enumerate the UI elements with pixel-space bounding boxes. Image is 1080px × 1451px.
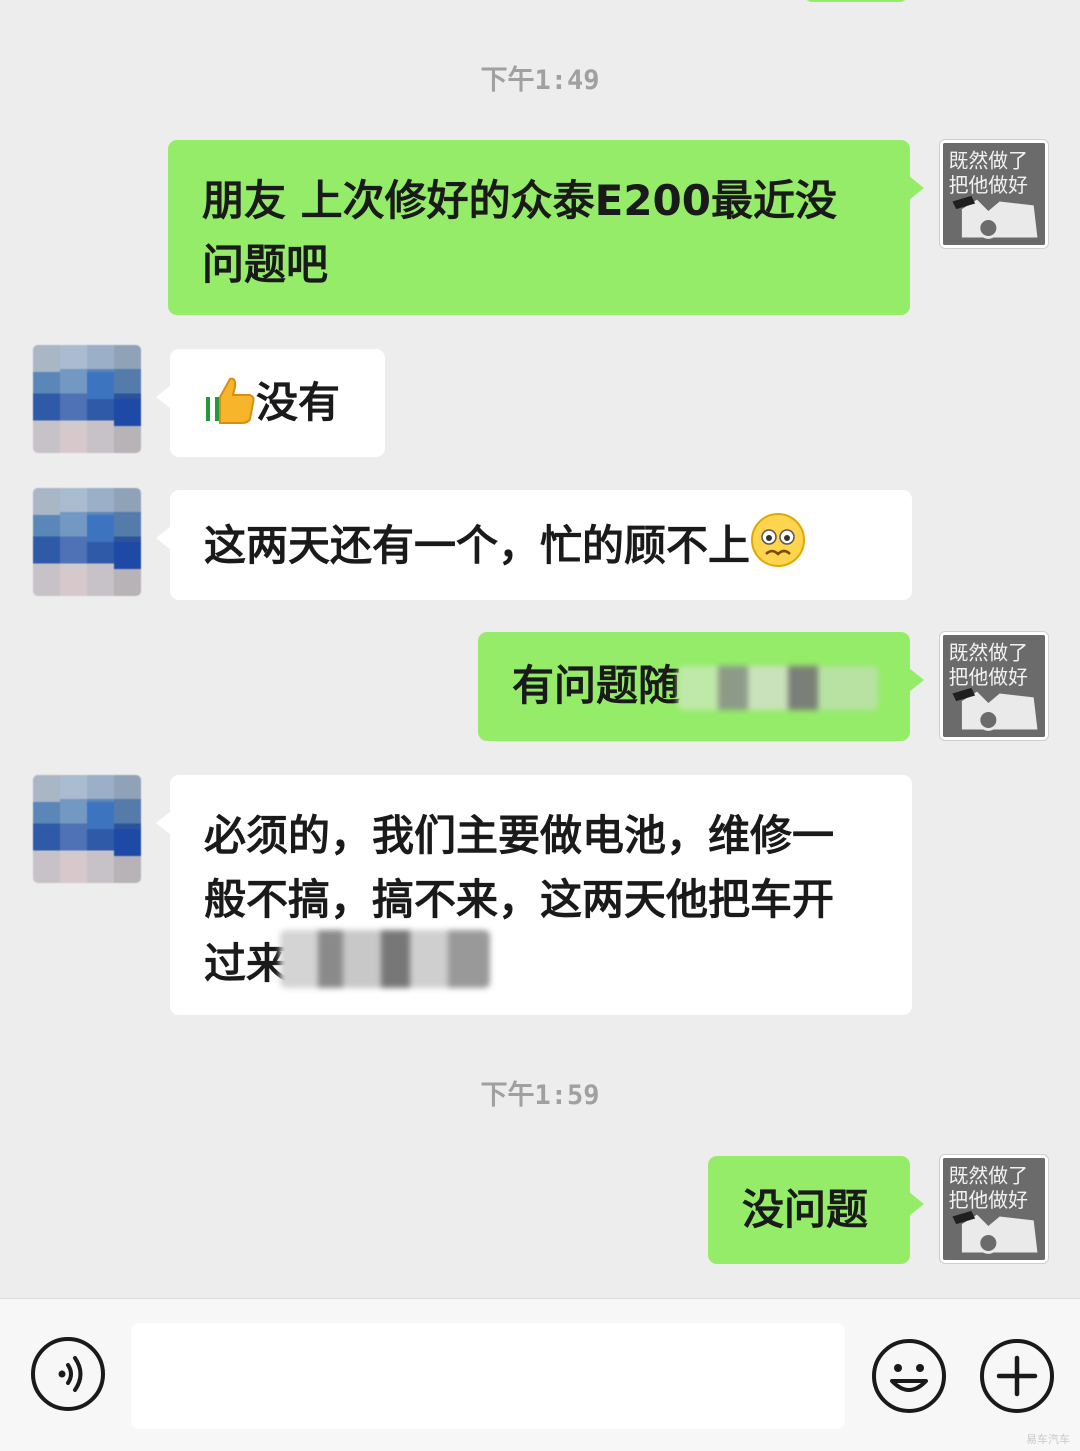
avatar-caption-line2: 把他做好: [949, 1189, 1028, 1212]
avatar-caption-line1: 既然做了: [949, 1165, 1028, 1188]
message-line: 朋友 上次修好的众泰E200最近没: [202, 176, 837, 225]
message-text: 有问题随: [512, 661, 681, 710]
message-bubble-incoming[interactable]: 没有: [156, 349, 385, 457]
avatar-caption-line1: 既然做了: [949, 150, 1028, 173]
contact-avatar[interactable]: [33, 488, 141, 596]
timestamp: 下午1:49: [480, 65, 600, 96]
message-line: 般不搞，搞不来，这两天他把车开: [204, 875, 835, 924]
avatar-caption-line2: 把他做好: [949, 174, 1028, 197]
plus-icon: [996, 1355, 1038, 1397]
message-input[interactable]: [131, 1323, 845, 1429]
message-bubble-incoming[interactable]: 必须的，我们主要做电池，维修一 般不搞，搞不来，这两天他把车开 过来: [156, 775, 912, 1015]
contact-avatar[interactable]: [33, 775, 141, 883]
voice-button[interactable]: [31, 1337, 105, 1411]
message-text: 没有: [256, 378, 341, 427]
message-bubble-outgoing[interactable]: 有问题随: [478, 632, 924, 741]
message-bubble-outgoing[interactable]: 朋友 上次修好的众泰E200最近没 问题吧: [168, 140, 924, 315]
contact-avatar[interactable]: [33, 345, 141, 453]
thumbs-up-icon: [204, 373, 256, 443]
partial-bubble-top: [806, 0, 906, 2]
voice-icon: [58, 1356, 83, 1392]
message-text: 没问题: [742, 1185, 869, 1234]
chat-area: 下午1:49 朋友 上次修好的众泰E200最近没 问题吧 既然做了 把他做好 没…: [0, 0, 1080, 1298]
message-line: 必须的，我们主要做电池，维修一: [204, 811, 835, 860]
timestamp: 下午1:59: [480, 1080, 600, 1111]
emoji-button[interactable]: [872, 1339, 946, 1413]
worried-face-icon: [750, 512, 806, 586]
message-text: 这两天还有一个，忙的顾不上: [204, 521, 751, 570]
mechanic-avatar-image: 既然做了 把他做好: [943, 635, 1045, 737]
message-line: 问题吧: [202, 240, 329, 289]
message-bubble-outgoing[interactable]: 没问题: [708, 1156, 924, 1264]
input-toolbar: 易车汽车: [0, 1298, 1080, 1451]
avatar-caption-line2: 把他做好: [949, 666, 1028, 689]
message-bubble-incoming[interactable]: 这两天还有一个，忙的顾不上: [156, 490, 912, 600]
my-avatar[interactable]: 既然做了 把他做好: [940, 632, 1048, 740]
mechanic-avatar-image: 既然做了 把他做好: [943, 143, 1045, 245]
emoji-icon: [890, 1364, 928, 1392]
redacted-text-mosaic: [280, 930, 490, 988]
watermark: 易车汽车: [1026, 1433, 1070, 1446]
my-avatar[interactable]: 既然做了 把他做好: [940, 140, 1048, 248]
plus-button[interactable]: [980, 1339, 1054, 1413]
redacted-text-mosaic: [678, 666, 878, 710]
mechanic-avatar-image: 既然做了 把他做好: [943, 1158, 1045, 1260]
my-avatar[interactable]: 既然做了 把他做好: [940, 1155, 1048, 1263]
avatar-caption-line1: 既然做了: [949, 642, 1028, 665]
